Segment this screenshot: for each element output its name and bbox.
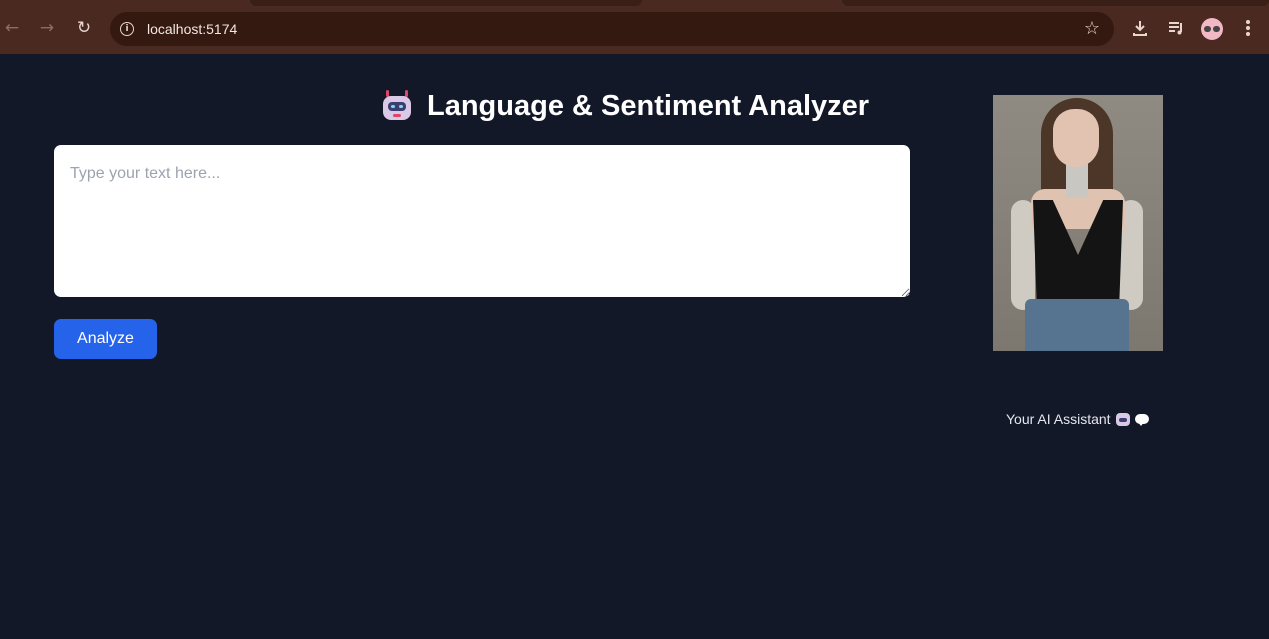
page-header: Language & Sentiment Analyzer [381, 86, 869, 126]
address-bar[interactable]: i localhost:5174 ☆ [110, 12, 1114, 46]
assistant-portrait [993, 95, 1163, 351]
url-text[interactable]: localhost:5174 [147, 21, 237, 37]
speech-bubble-icon [1134, 414, 1149, 426]
avatar-icon[interactable] [1201, 18, 1223, 40]
playlist-icon[interactable] [1165, 17, 1187, 39]
robot-icon [1115, 412, 1130, 426]
assistant-caption: Your AI Assistant [1006, 411, 1149, 427]
text-input[interactable] [54, 145, 910, 297]
tab-edge [842, 0, 1269, 6]
back-icon[interactable]: ← [2, 18, 22, 38]
tab-edge [250, 0, 642, 6]
robot-icon [381, 90, 413, 122]
page-title: Language & Sentiment Analyzer [427, 89, 870, 122]
assistant-caption-text: Your AI Assistant [1006, 411, 1111, 427]
info-icon[interactable]: i [120, 22, 134, 36]
analyze-button[interactable]: Analyze [54, 319, 157, 359]
forward-icon[interactable]: → [37, 18, 57, 38]
reload-icon[interactable]: ↻ [74, 18, 94, 38]
kebab-menu-icon[interactable] [1237, 17, 1259, 39]
download-icon[interactable] [1129, 17, 1151, 39]
browser-toolbar: ← → ↻ i localhost:5174 ☆ [0, 0, 1269, 54]
star-icon[interactable]: ☆ [1084, 18, 1100, 39]
